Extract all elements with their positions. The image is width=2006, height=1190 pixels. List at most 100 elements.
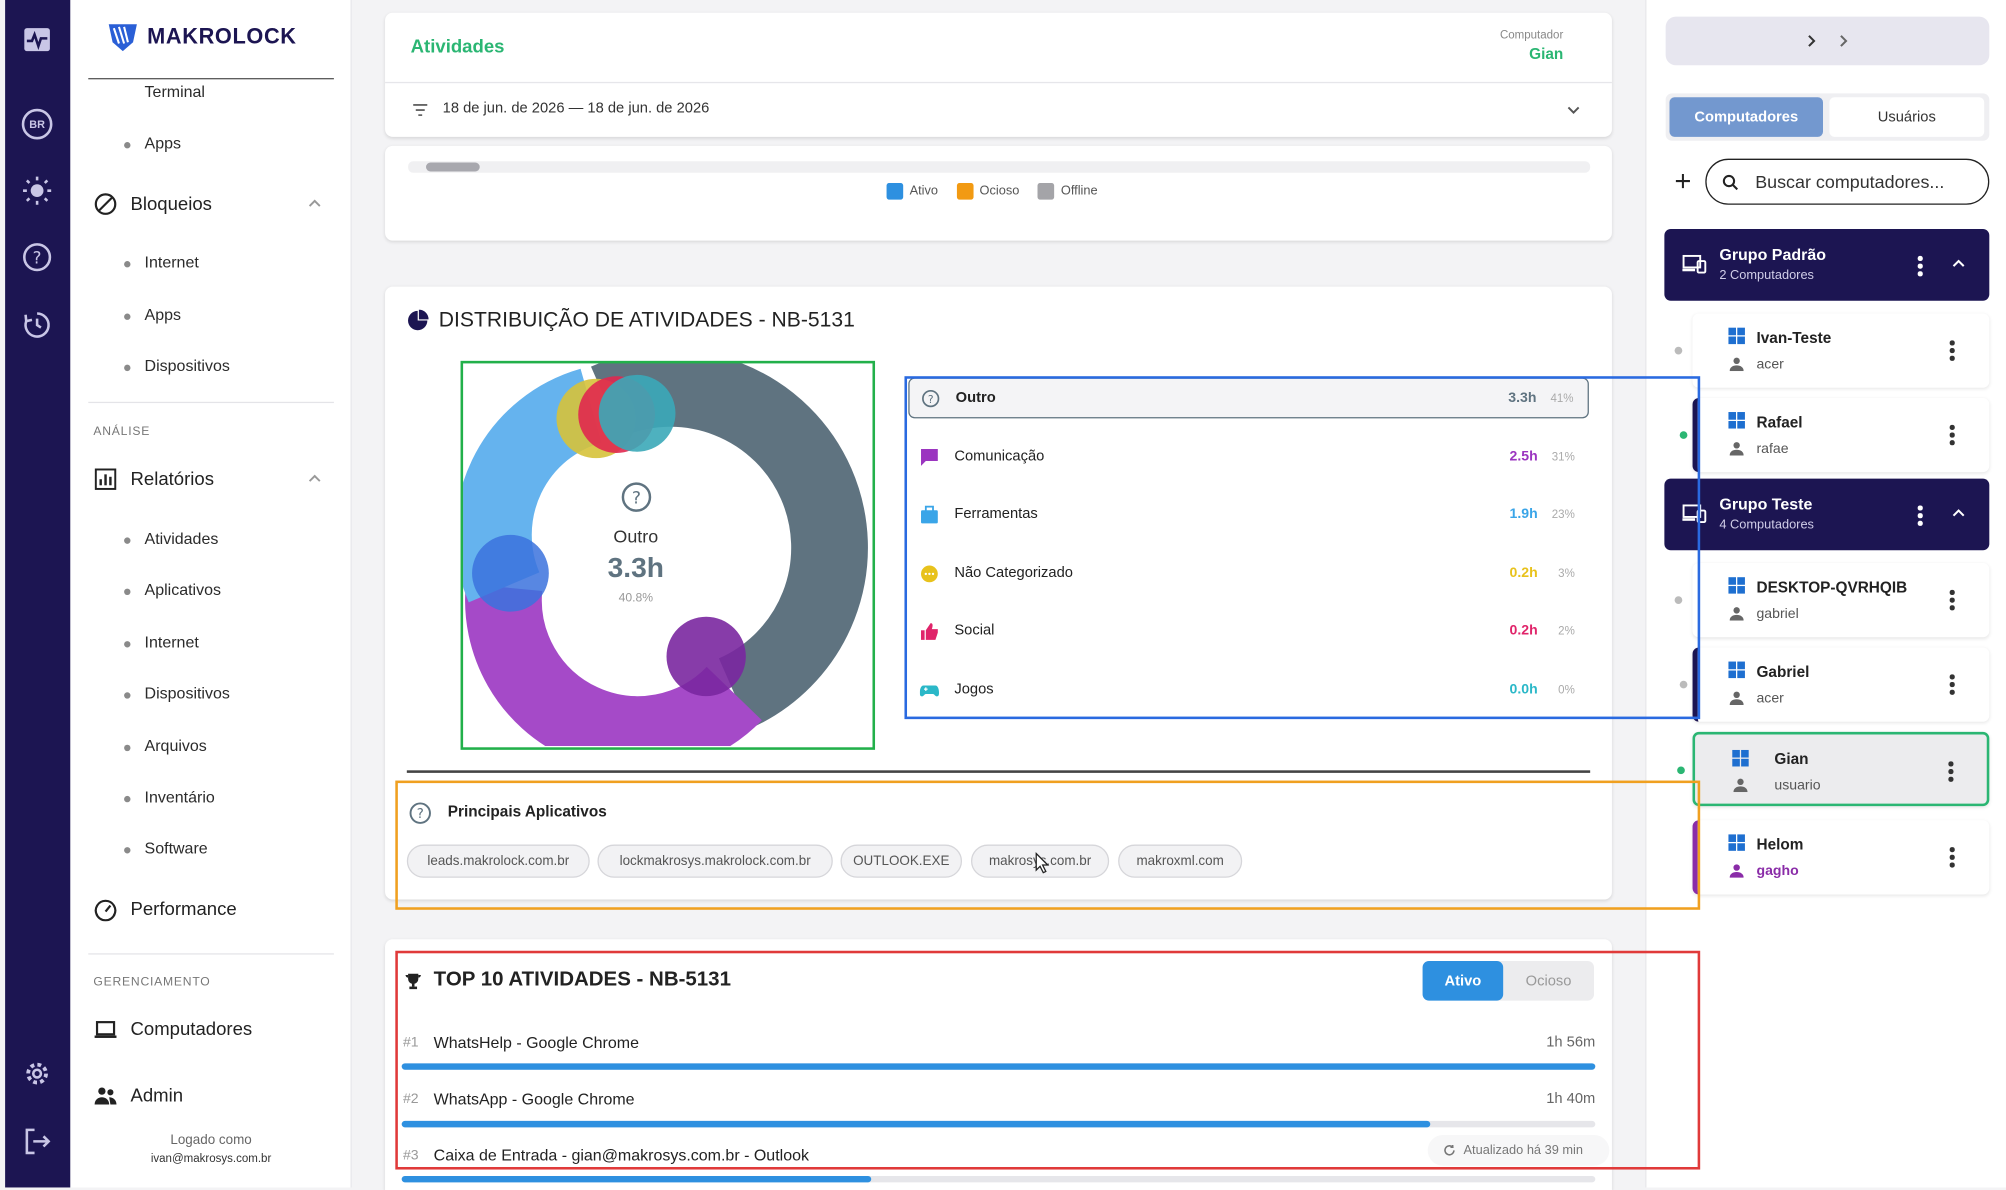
app-chip[interactable]: leads.makrolock.com.br: [406, 844, 590, 878]
computer-item[interactable]: Helom gagho: [1692, 820, 1990, 895]
nav-item-dispositivos[interactable]: Dispositivos: [124, 685, 230, 703]
filter-icon: [413, 104, 428, 117]
computer-item-selected[interactable]: Gian usuario: [1677, 731, 1990, 807]
help-icon[interactable]: ?: [22, 242, 53, 273]
computer-label: Computador: [1499, 28, 1564, 41]
history-icon[interactable]: [22, 310, 53, 341]
timeline-legend: Ativo Ocioso Offline: [385, 182, 1612, 206]
row-label: WhatsApp - Google Chrome: [433, 1090, 635, 1109]
nav-item-computadores[interactable]: Computadores: [93, 1017, 252, 1041]
donut-center-label: Outro: [613, 525, 659, 547]
nav-group-relatorios[interactable]: Relatórios: [93, 467, 214, 491]
scrollbar-thumb[interactable]: [426, 162, 480, 172]
nav-item-aplicativos[interactable]: Aplicativos: [124, 580, 221, 599]
computer-user: usuario: [1774, 777, 1821, 794]
chevron-up-icon[interactable]: [307, 196, 322, 211]
app-chip[interactable]: OUTLOOK.EXE: [840, 844, 963, 878]
logout-icon[interactable]: [22, 1126, 53, 1157]
nav-item-internet-bloqueio[interactable]: Internet: [123, 253, 199, 271]
nav-item-label: Admin: [130, 1085, 184, 1107]
computer-item[interactable]: Rafael rafae: [1679, 397, 1990, 473]
tab-computadores[interactable]: Computadores: [1669, 97, 1824, 137]
computer-menu-icon[interactable]: [1949, 674, 1955, 695]
donut-bubble-comunicacao[interactable]: [666, 616, 746, 697]
mouse-cursor-icon: [1035, 852, 1050, 874]
windows-icon: [1728, 412, 1745, 429]
nav-group-bloqueios[interactable]: Bloqueios: [93, 192, 212, 216]
legend-item-offline: Offline: [1037, 182, 1098, 200]
user-icon: [1733, 778, 1748, 793]
date-filter[interactable]: 18 de jun. de 2026 — 18 de jun. de 2026: [385, 83, 1612, 137]
chevron-up-icon[interactable]: [1952, 258, 1965, 268]
chevron-right-icon[interactable]: [1838, 35, 1850, 48]
status-dot: [1674, 596, 1683, 604]
nav-group-label: Relatórios: [130, 468, 215, 490]
group-header[interactable]: Grupo Padrão 2 Computadores: [1664, 229, 1990, 301]
gamepad-icon: [919, 679, 939, 699]
group-menu-icon[interactable]: [1917, 505, 1923, 526]
language-badge[interactable]: BR: [21, 108, 53, 140]
settings-gear-icon[interactable]: [22, 1058, 53, 1089]
computer-item[interactable]: Gabriel acer: [1679, 647, 1990, 722]
row-bar-fill: [401, 1063, 1596, 1070]
search-input[interactable]: Buscar computadores...: [1705, 158, 1990, 205]
user-icon: [1729, 864, 1744, 878]
computer-menu-icon[interactable]: [1949, 340, 1955, 361]
nav-item-apps-bloqueio-2[interactable]: Apps: [124, 306, 181, 324]
toggle-ativo[interactable]: Ativo: [1422, 960, 1504, 1001]
computer-menu-icon[interactable]: [1949, 424, 1955, 445]
section-label-analise: ANÁLISE: [93, 424, 151, 439]
category-value: 0.2h: [1509, 565, 1538, 581]
computer-value: Gian: [1529, 44, 1564, 63]
app-chip-label: lockmakrosys.makrolock.com.br: [619, 853, 811, 869]
category-row-nao-categorizado[interactable]: Não Categorizado 0.2h 3%: [908, 553, 1589, 594]
computer-menu-icon[interactable]: [1949, 589, 1955, 610]
computer-item[interactable]: Ivan-Teste acer: [1674, 313, 1990, 388]
donut-bubble-jogos[interactable]: [598, 374, 676, 452]
chevron-up-icon[interactable]: [1952, 508, 1965, 518]
legend-swatch: [886, 182, 904, 200]
nav-item-terminal[interactable]: Terminal: [145, 83, 205, 101]
nav-item-apps-bloqueio[interactable]: Apps: [124, 134, 181, 152]
computer-menu-icon[interactable]: [1949, 847, 1955, 867]
nav-item-admin[interactable]: Admin: [93, 1084, 183, 1108]
svg-text:?: ?: [417, 807, 424, 822]
nav-item-atividades[interactable]: Atividades: [124, 530, 218, 548]
nav-item-software[interactable]: Software: [123, 839, 208, 857]
nav-item-arquivos[interactable]: Arquivos: [124, 737, 207, 755]
category-row-jogos[interactable]: Jogos 0.0h 0%: [908, 669, 1589, 710]
computer-name: Gabriel: [1756, 662, 1810, 681]
app-chip[interactable]: lockmakrosys.makrolock.com.br: [597, 844, 833, 878]
chevron-right-icon[interactable]: [1806, 35, 1818, 48]
add-icon[interactable]: [1675, 173, 1692, 190]
chevron-up-icon[interactable]: [307, 471, 322, 486]
nav-item-label: Aplicativos: [144, 580, 221, 599]
group-header[interactable]: Grupo Teste 4 Computadores: [1664, 478, 1990, 551]
nav-item-performance[interactable]: Performance: [93, 897, 237, 922]
header-card: Atividades Computador Gian 18 de jun. de…: [385, 12, 1612, 137]
theme-sun-icon[interactable]: [22, 175, 53, 206]
group-menu-icon[interactable]: [1917, 255, 1923, 276]
computer-item[interactable]: DESKTOP-QVRHQIB gabriel: [1674, 563, 1990, 638]
timeline-scrollbar[interactable]: [408, 161, 1591, 173]
toggle-ocioso[interactable]: Ocioso: [1503, 961, 1594, 1001]
row-rank: #2: [402, 1091, 419, 1107]
category-row-social[interactable]: Social 0.2h 2%: [908, 610, 1589, 651]
category-row-comunicacao[interactable]: Comunicação 2.5h 31%: [908, 436, 1589, 477]
computer-name: Rafael: [1756, 413, 1803, 432]
nav-item-inventario[interactable]: Inventário: [124, 788, 215, 806]
status-dot: [1677, 766, 1685, 775]
donut-bubble-ferramentas[interactable]: [472, 534, 549, 612]
nav-item-internet[interactable]: Internet: [123, 633, 199, 651]
app-chip[interactable]: makroxml.com: [1118, 844, 1243, 878]
language-label: BR: [21, 108, 53, 140]
tab-usuarios[interactable]: Usuários: [1829, 97, 1985, 137]
nav-item-dispositivos-bloqueio[interactable]: Dispositivos: [124, 357, 230, 375]
page-title: Atividades: [410, 37, 505, 58]
computer-menu-icon[interactable]: [1948, 761, 1953, 782]
category-row-ferramentas[interactable]: Ferramentas 1.9h 23%: [908, 494, 1589, 535]
windows-icon: [1728, 577, 1745, 594]
windows-icon: [1728, 661, 1745, 679]
activity-monitor-icon[interactable]: [22, 24, 53, 55]
category-row-outro[interactable]: ? Outro 3.3h 41%: [908, 377, 1589, 419]
